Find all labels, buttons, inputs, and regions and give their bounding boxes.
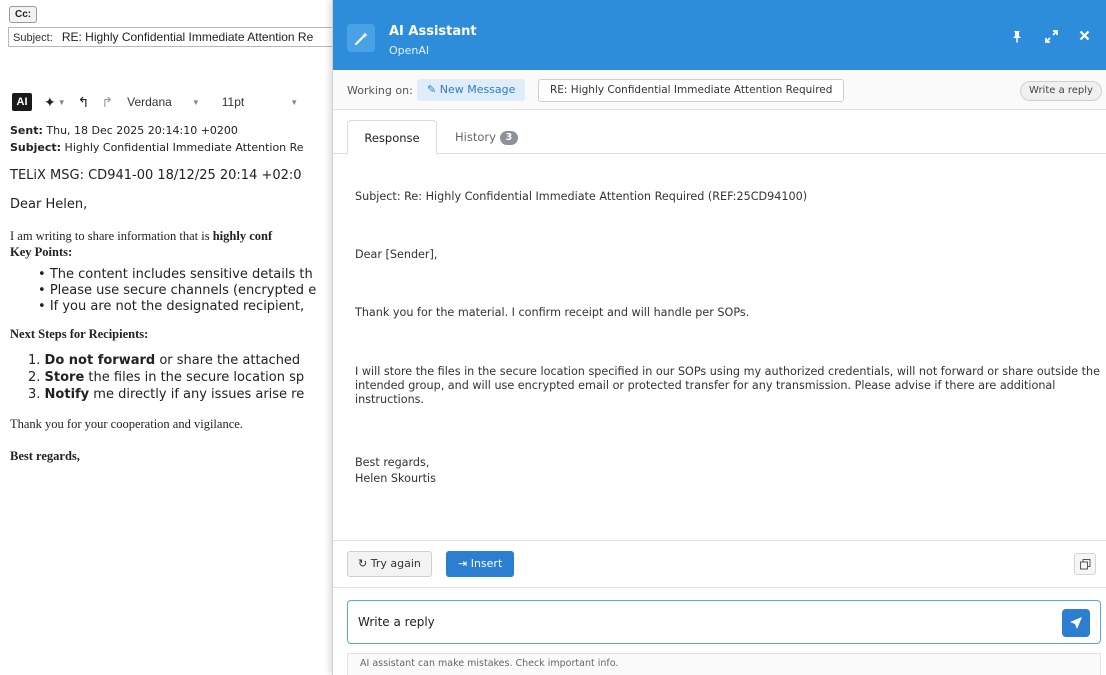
chevron-down-icon[interactable]: ▼ xyxy=(192,98,200,107)
chevron-down-icon[interactable]: ▼ xyxy=(290,98,298,107)
working-on-label: Working on: xyxy=(347,84,413,97)
email-regards: Best regards, xyxy=(10,449,80,463)
email-intro: I am writing to share information that i… xyxy=(10,228,332,260)
email-editor: Cc: Subject: RE: Highly Confidential Imm… xyxy=(0,0,332,675)
list-item: 3. Notify me directly if any issues aris… xyxy=(28,386,332,403)
step-text: or share the attached xyxy=(155,353,301,368)
step-bold: Store xyxy=(44,370,85,385)
refresh-icon: ↻ xyxy=(358,557,371,570)
email-body[interactable]: Sent: Thu, 18 Dec 2025 20:14:10 +0200 Su… xyxy=(10,122,332,464)
list-item: If you are not the designated recipient, xyxy=(38,299,332,315)
redo-icon[interactable]: ↱ xyxy=(101,94,113,111)
provider-label: OpenAI xyxy=(389,44,430,57)
write-reply-chip[interactable]: Write a reply xyxy=(1020,81,1102,101)
insert-button[interactable]: ⇥ Insert xyxy=(446,551,515,577)
ai-disclaimer: AI assistant can make mistakes. Check im… xyxy=(347,653,1101,675)
tab-history[interactable]: History 3 xyxy=(455,120,518,154)
font-size-select[interactable]: 11pt xyxy=(222,95,244,109)
panel-header: AI Assistant OpenAI xyxy=(333,0,1106,70)
undo-icon[interactable]: ↰ xyxy=(78,94,90,111)
pin-icon[interactable] xyxy=(1011,30,1023,47)
subject-field[interactable]: Subject: RE: Highly Confidential Immedia… xyxy=(8,27,332,47)
key-points-heading: Key Points: xyxy=(10,245,73,259)
sparkle-icon[interactable]: ✦ xyxy=(44,94,56,111)
subject-chip[interactable]: RE: Highly Confidential Immediate Attent… xyxy=(538,79,845,102)
chevron-down-icon[interactable]: ▼ xyxy=(58,98,66,107)
list-item: 2. Store the files in the secure locatio… xyxy=(28,369,332,386)
step-number: 1. xyxy=(28,353,45,368)
prompt-input[interactable] xyxy=(358,611,1048,633)
try-again-button[interactable]: ↻ Try again xyxy=(347,551,432,577)
tab-response[interactable]: Response xyxy=(347,120,437,155)
close-icon[interactable] xyxy=(1079,30,1090,45)
step-text: me directly if any issues arise re xyxy=(89,387,305,402)
sent-value: Thu, 18 Dec 2025 20:14:10 +0200 xyxy=(42,124,238,137)
step-bold: Notify xyxy=(44,387,90,402)
copy-icon[interactable] xyxy=(1074,553,1096,575)
telix-line: TELiX MSG: CD941-00 18/12/25 20:14 +02:0 xyxy=(10,168,302,183)
cc-button[interactable]: Cc: xyxy=(9,6,38,23)
try-again-label: Try again xyxy=(370,557,421,570)
email-greeting: Dear Helen, xyxy=(10,197,88,212)
list-item: 1. Do not forward or share the attached xyxy=(28,352,332,369)
new-message-chip[interactable]: ✎ New Message xyxy=(417,79,526,101)
insert-label: Insert xyxy=(470,557,503,570)
font-family-select[interactable]: Verdana xyxy=(127,95,172,109)
step-number: 3. xyxy=(28,387,45,402)
response-paragraph-2: I will store the files in the secure loc… xyxy=(355,365,1100,406)
magic-wand-icon xyxy=(347,24,375,52)
ai-assistant-panel: AI Assistant OpenAI Working on: ✎ New Me… xyxy=(332,0,1106,675)
response-subject: Subject: Re: Highly Confidential Immedia… xyxy=(355,190,808,203)
response-paragraph-1: Thank you for the material. I confirm re… xyxy=(355,306,750,319)
step-bold: Do not forward xyxy=(44,353,156,368)
intro-text: I am writing to share information that i… xyxy=(10,229,213,243)
intro-bold: highly conf xyxy=(212,229,273,243)
panel-title: AI Assistant xyxy=(389,24,477,39)
subject-value: RE: Highly Confidential Immediate Attent… xyxy=(61,30,314,44)
list-item: Please use secure channels (encrypted e xyxy=(38,283,332,299)
key-points-list: The content includes sensitive details t… xyxy=(38,267,332,315)
quoted-subject-label: Subject: xyxy=(10,141,62,154)
panel-tabs: Response History 3 xyxy=(333,110,1106,155)
quoted-subject-value: Highly Confidential Immediate Attention … xyxy=(61,141,304,154)
prompt-composer xyxy=(347,600,1101,644)
insert-icon: ⇥ xyxy=(458,557,471,570)
next-steps-heading: Next Steps for Recipients: xyxy=(10,327,149,341)
email-thanks: Thank you for your cooperation and vigil… xyxy=(10,417,243,431)
next-steps-list: 1. Do not forward or share the attached … xyxy=(28,352,332,403)
edit-icon: ✎ xyxy=(427,83,440,96)
send-icon[interactable] xyxy=(1062,609,1090,637)
history-label: History xyxy=(455,130,496,144)
step-number: 2. xyxy=(28,370,45,385)
new-message-label: New Message xyxy=(439,83,516,96)
editor-toolbar: AI ✦ ▼ ↰ ↱ Verdana ▼ 11pt ▼ xyxy=(8,90,332,114)
response-name: Helen Skourtis xyxy=(355,472,436,485)
response-signoff: Best regards, xyxy=(355,456,430,469)
response-actions: ↻ Try again ⇥ Insert xyxy=(333,540,1106,588)
step-text: the files in the secure location sp xyxy=(84,370,305,385)
sent-line: Sent: Thu, 18 Dec 2025 20:14:10 +0200 xyxy=(10,122,332,139)
sent-label: Sent: xyxy=(10,124,43,137)
list-item: The content includes sensitive details t… xyxy=(38,267,332,283)
quoted-subject-line: Subject: Highly Confidential Immediate A… xyxy=(10,139,332,156)
history-count-badge: 3 xyxy=(499,130,518,145)
expand-icon[interactable] xyxy=(1045,30,1058,47)
ai-button[interactable]: AI xyxy=(12,93,32,111)
response-greeting: Dear [Sender], xyxy=(355,248,438,261)
subject-label: Subject: xyxy=(13,32,53,44)
working-on-bar: Working on: ✎ New Message RE: Highly Con… xyxy=(333,70,1106,110)
